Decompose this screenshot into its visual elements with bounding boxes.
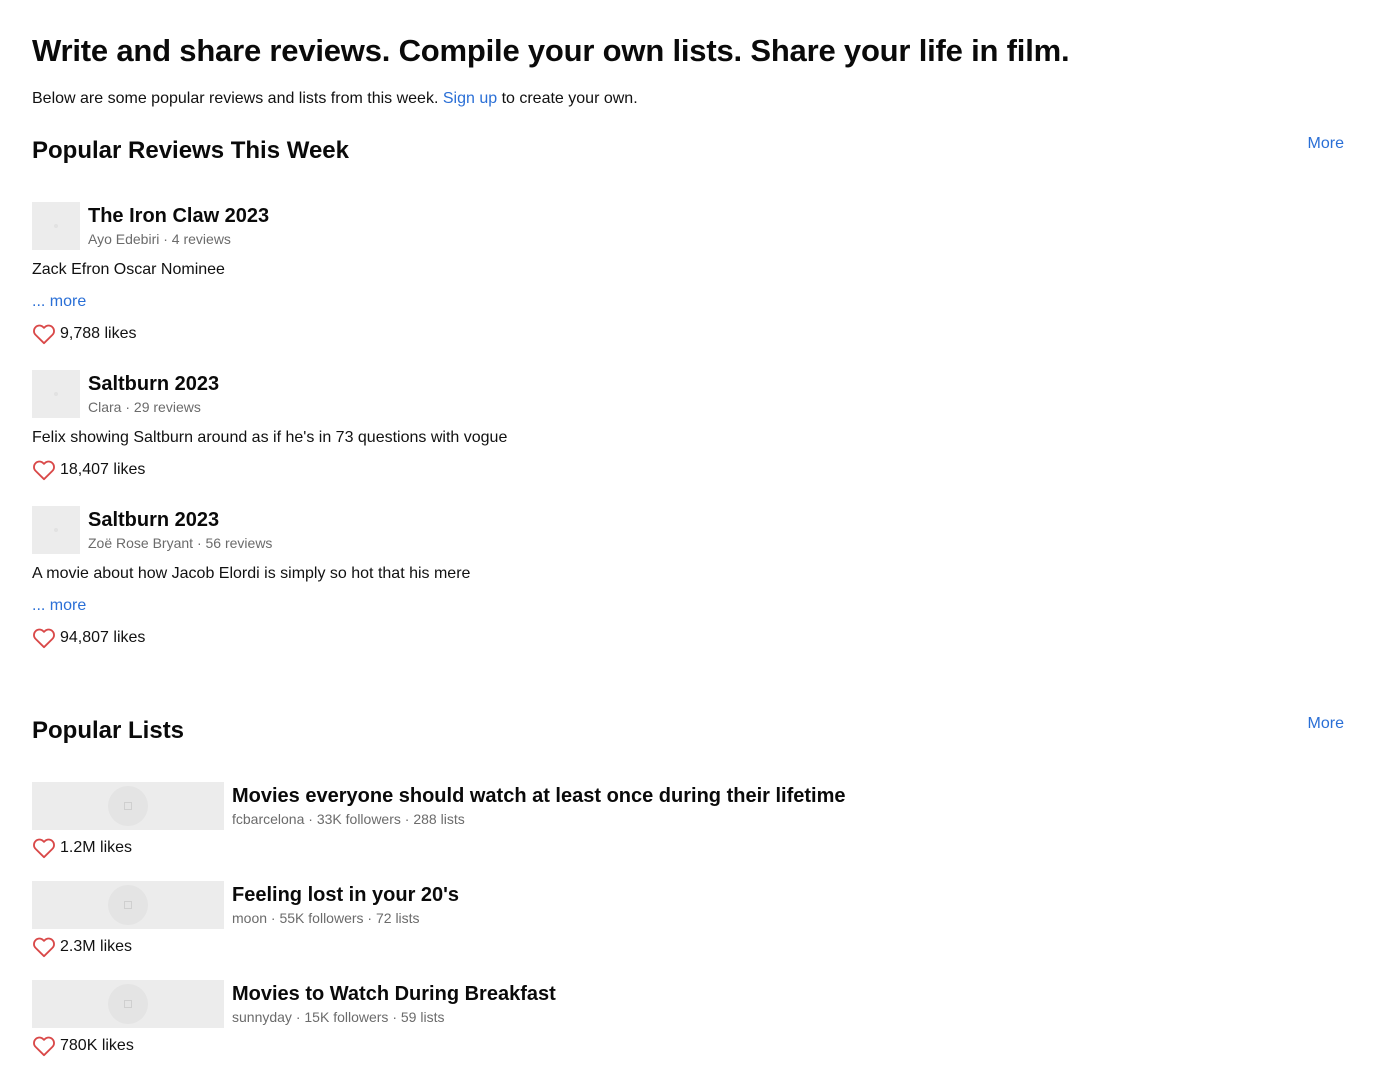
list-owner[interactable]: fcbarcelona [232, 811, 304, 827]
list-owner[interactable]: sunnyday [232, 1009, 292, 1025]
likes-count: 9,788 likes [60, 325, 137, 342]
likes-row: 1.2M likes [32, 837, 1344, 859]
review-more-link[interactable]: ... more [32, 595, 1344, 617]
page-title: Write and share reviews. Compile your ow… [32, 33, 1070, 68]
film-poster-placeholder[interactable] [32, 202, 80, 250]
intro-before: Below are some popular reviews and lists… [32, 90, 439, 107]
review-body: Zack Efron Oscar Nominee [32, 261, 225, 278]
review-count: 29 reviews [133, 399, 201, 415]
list-card: Movies to Watch During Breakfast sunnyda… [32, 980, 1344, 1057]
list-title[interactable]: Movies to Watch During Breakfast [232, 982, 556, 1006]
page: Write and share reviews. Compile your ow… [0, 0, 1376, 1057]
heart-outline-icon[interactable] [32, 459, 56, 481]
review-body: A movie about how Jacob Elordi is simply… [32, 565, 471, 582]
review-author-meta: Ayo Edebiri · 4 reviews [88, 231, 231, 247]
review-card: The Iron Claw 2023 Ayo Edebiri · 4 revie… [32, 202, 1344, 345]
review-author[interactable]: Clara [88, 399, 121, 415]
reviews-section-header: Popular Reviews This Week More [32, 133, 1344, 166]
film-poster-placeholder[interactable] [32, 370, 80, 418]
list-title[interactable]: Feeling lost in your 20's [232, 883, 459, 907]
film-poster-placeholder[interactable] [32, 506, 80, 554]
review-film-title[interactable]: The Iron Claw 2023 [88, 204, 269, 228]
review-card: Saltburn 2023 Zoë Rose Bryant · 56 revie… [32, 506, 1344, 649]
review-body: Felix showing Saltburn around as if he's… [32, 429, 508, 446]
list-card: Movies everyone should watch at least on… [32, 782, 1344, 859]
likes-row: 2.3M likes [32, 936, 1344, 958]
likes-count: 94,807 likes [60, 629, 146, 646]
list-thumbnail-placeholder[interactable] [32, 782, 224, 830]
list-owner-meta: fcbarcelona · 33K followers · 288 lists [232, 811, 465, 827]
list-thumbnail-placeholder[interactable] [32, 980, 224, 1028]
review-film-title[interactable]: Saltburn 2023 [88, 372, 219, 396]
owner-followers: 15K followers [304, 1009, 389, 1025]
lists-section-title: Popular Lists [32, 717, 185, 744]
intro-text: Below are some popular reviews and lists… [32, 88, 1344, 110]
review-count: 56 reviews [205, 535, 273, 551]
likes-row: 18,407 likes [32, 459, 1344, 481]
heart-outline-icon[interactable] [32, 936, 56, 958]
lists-section-header: Popular Lists More [32, 713, 1344, 746]
reviews-section-title: Popular Reviews This Week [32, 137, 350, 164]
owner-list-count: 72 lists [375, 910, 420, 926]
likes-count: 2.3M likes [60, 938, 133, 955]
likes-row: 9,788 likes [32, 323, 1344, 345]
lists-more-link[interactable]: More [1308, 713, 1344, 735]
signup-link[interactable]: Sign up [443, 90, 497, 107]
review-author[interactable]: Ayo Edebiri [88, 231, 159, 247]
intro-after: to create your own. [501, 90, 638, 107]
likes-row: 94,807 likes [32, 627, 1344, 649]
likes-row: 780K likes [32, 1035, 1344, 1057]
review-film-title[interactable]: Saltburn 2023 [88, 508, 272, 532]
review-count: 4 reviews [171, 231, 231, 247]
likes-count: 18,407 likes [60, 461, 146, 478]
heart-outline-icon[interactable] [32, 323, 56, 345]
owner-followers: 55K followers [279, 910, 364, 926]
list-thumbnail-placeholder[interactable] [32, 881, 224, 929]
list-card: Feeling lost in your 20's moon · 55K fol… [32, 881, 1344, 958]
owner-list-count: 59 lists [400, 1009, 445, 1025]
heart-outline-icon[interactable] [32, 1035, 56, 1057]
review-author[interactable]: Zoë Rose Bryant [88, 535, 193, 551]
list-owner[interactable]: moon [232, 910, 267, 926]
review-more-link[interactable]: ... more [32, 291, 1344, 313]
owner-followers: 33K followers [316, 811, 401, 827]
likes-count: 780K likes [60, 1037, 134, 1054]
review-card: Saltburn 2023 Clara · 29 reviews Felix s… [32, 370, 1344, 481]
review-author-meta: Zoë Rose Bryant · 56 reviews [88, 535, 273, 551]
owner-list-count: 288 lists [413, 811, 465, 827]
list-owner-meta: sunnyday · 15K followers · 59 lists [232, 1009, 445, 1025]
likes-count: 1.2M likes [60, 839, 133, 856]
heart-outline-icon[interactable] [32, 627, 56, 649]
reviews-more-link[interactable]: More [1308, 133, 1344, 155]
list-title[interactable]: Movies everyone should watch at least on… [232, 784, 846, 808]
list-owner-meta: moon · 55K followers · 72 lists [232, 910, 420, 926]
review-author-meta: Clara · 29 reviews [88, 399, 201, 415]
heart-outline-icon[interactable] [32, 837, 56, 859]
